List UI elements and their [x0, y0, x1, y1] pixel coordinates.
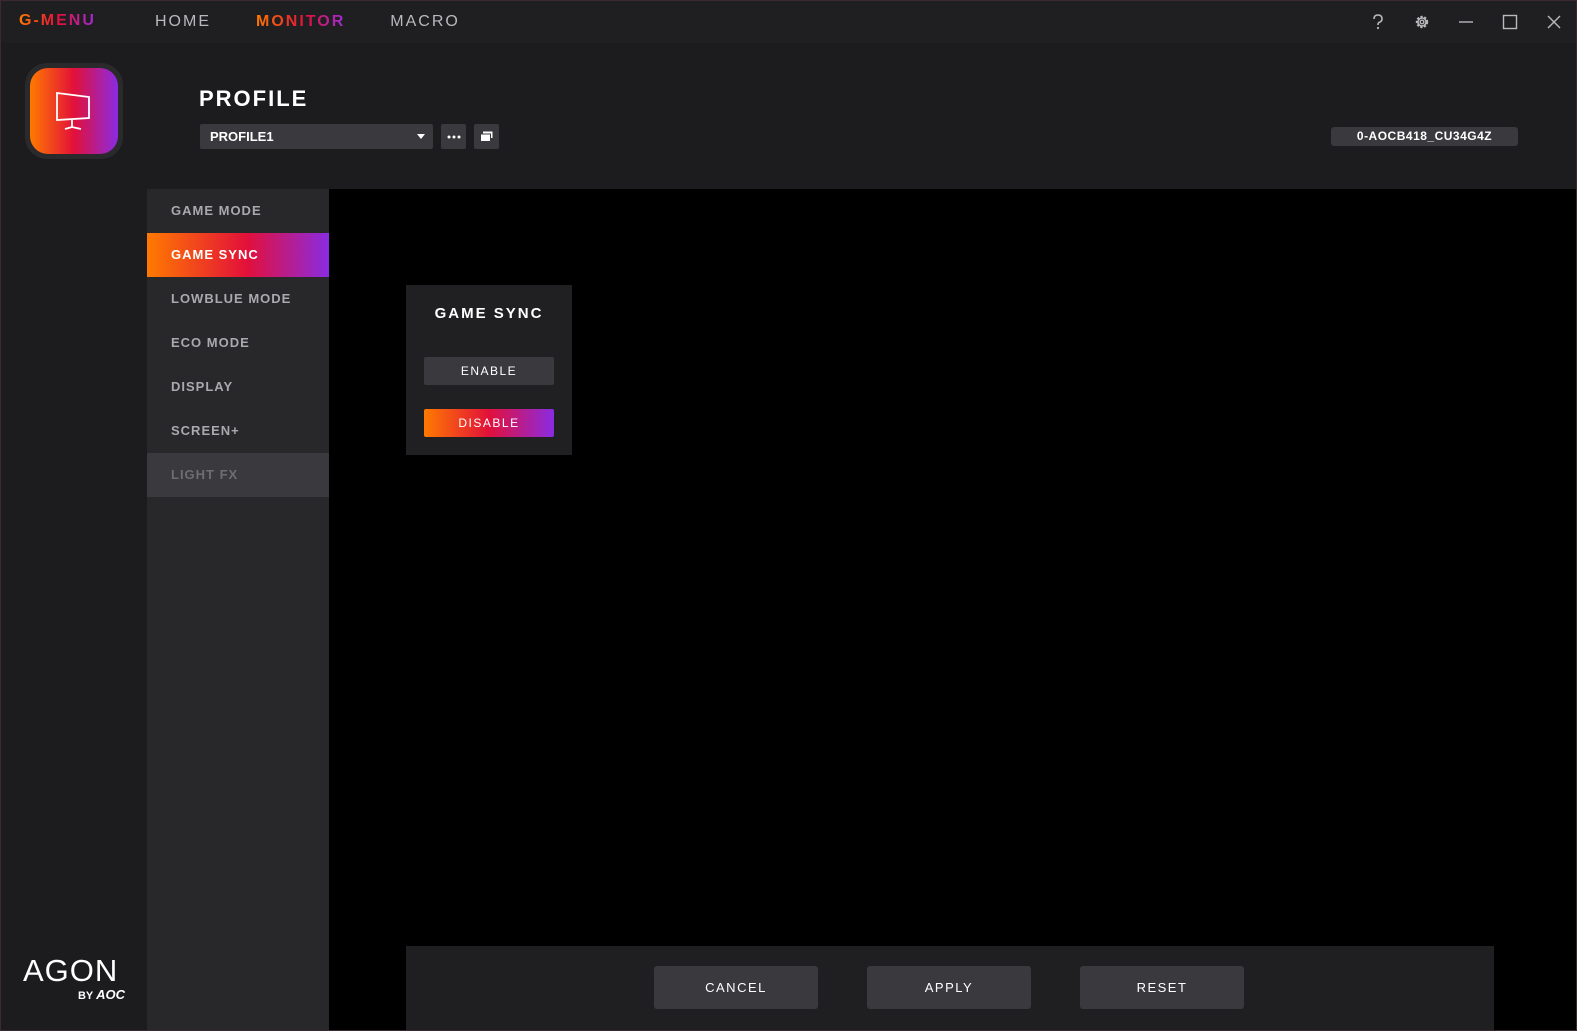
title-bar: G-MENU HOME MONITOR MACRO — [1, 1, 1576, 43]
minimize-icon[interactable] — [1444, 1, 1488, 43]
agon-logo-by: BY AOC — [77, 987, 125, 1002]
left-rail: AGON BY AOC — [1, 43, 147, 1030]
reset-button[interactable]: RESET — [1080, 966, 1244, 1009]
game-sync-card: GAME SYNC ENABLE DISABLE — [406, 285, 572, 455]
card-title: GAME SYNC — [434, 305, 544, 322]
window-controls — [1356, 1, 1576, 43]
enable-button[interactable]: ENABLE — [424, 357, 554, 385]
profile-dropdown[interactable]: PROFILE1 — [200, 124, 433, 149]
copy-icon — [480, 131, 493, 142]
nav-monitor[interactable]: MONITOR — [256, 1, 345, 43]
gear-icon[interactable] — [1400, 1, 1444, 43]
profile-header: PROFILE PROFILE1 0-AOCB418_CU34G4Z — [147, 43, 1576, 189]
profile-dropdown-value: PROFILE1 — [210, 129, 274, 144]
top-nav: HOME MONITOR MACRO — [155, 1, 460, 43]
action-footer: CANCEL APPLY RESET — [406, 946, 1494, 1030]
nav-home[interactable]: HOME — [155, 1, 211, 43]
monitor-app-icon — [25, 63, 123, 159]
apply-button[interactable]: APPLY — [867, 966, 1031, 1009]
disable-button[interactable]: DISABLE — [424, 409, 554, 437]
profile-more-button[interactable] — [441, 124, 466, 149]
app-brand: G-MENU — [19, 12, 96, 29]
nav-macro[interactable]: MACRO — [390, 1, 460, 43]
app-window: G-MENU HOME MONITOR MACRO AGON BY AOC PR… — [0, 0, 1577, 1031]
more-icon — [447, 135, 460, 138]
feature-menu: GAME MODE GAME SYNC LOWBLUE MODE ECO MOD… — [147, 189, 329, 1030]
profile-copy-button[interactable] — [474, 124, 499, 149]
agon-logo: AGON BY AOC — [23, 953, 133, 1003]
menu-item-game-mode[interactable]: GAME MODE — [147, 189, 329, 233]
menu-item-display[interactable]: DISPLAY — [147, 365, 329, 409]
chevron-down-icon — [417, 134, 425, 139]
menu-item-light-fx: LIGHT FX — [147, 453, 329, 497]
monitor-icon — [56, 91, 90, 130]
device-id-badge[interactable]: 0-AOCB418_CU34G4Z — [1331, 127, 1518, 146]
menu-item-lowblue-mode[interactable]: LOWBLUE MODE — [147, 277, 329, 321]
main-content: GAME SYNC ENABLE DISABLE CANCEL APPLY RE… — [329, 189, 1576, 1030]
cancel-button[interactable]: CANCEL — [654, 966, 818, 1009]
maximize-icon[interactable] — [1488, 1, 1532, 43]
agon-logo-word: AGON — [23, 953, 119, 988]
menu-item-screen-plus[interactable]: SCREEN+ — [147, 409, 329, 453]
help-icon[interactable] — [1356, 1, 1400, 43]
profile-title: PROFILE — [199, 86, 309, 111]
menu-item-game-sync[interactable]: GAME SYNC — [147, 233, 329, 277]
close-icon[interactable] — [1532, 1, 1576, 43]
menu-item-eco-mode[interactable]: ECO MODE — [147, 321, 329, 365]
